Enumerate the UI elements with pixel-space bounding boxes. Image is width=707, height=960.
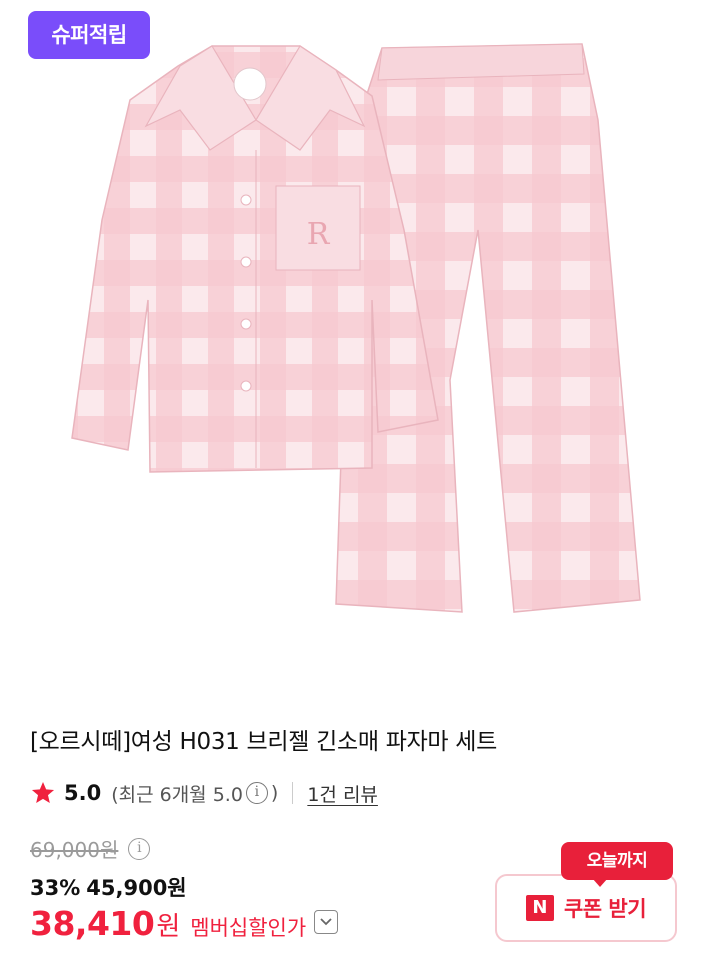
sale-price-row: 33% 45,900원	[30, 872, 187, 902]
today-only-tag: 오늘까지	[561, 842, 673, 880]
coupon-label: 쿠폰 받기	[563, 897, 647, 921]
review-count-link[interactable]: 1건 리뷰	[307, 780, 378, 807]
super-reward-badge: 슈퍼적립	[28, 11, 150, 59]
rating-row: 5.0 (최근 6개월 5.0 i ) 1건 리뷰	[30, 778, 378, 808]
recent-rating-close: )	[270, 782, 279, 804]
svg-text:R: R	[307, 217, 331, 252]
original-price: 69,000원	[30, 838, 119, 862]
product-image[interactable]: R	[0, 0, 707, 692]
recent-rating-text: (최근 6개월 5.0	[111, 783, 243, 806]
rating-score: 5.0	[64, 781, 102, 805]
star-icon	[31, 781, 55, 803]
chevron-down-icon[interactable]	[314, 909, 339, 934]
discount-rate: 33%	[30, 876, 81, 900]
divider	[292, 782, 294, 804]
member-price-row: 38,410 원 멤버십할인가	[30, 904, 339, 943]
original-price-row: 69,000원 i	[30, 834, 151, 863]
naver-logo-icon: N	[525, 895, 554, 921]
product-title: [오르시떼]여성 H031 브리젤 긴소매 파자마 세트	[30, 729, 498, 755]
member-price: 38,410	[30, 904, 155, 943]
tag-pointer	[592, 878, 608, 887]
member-price-unit: 원	[156, 912, 181, 942]
price-info-icon[interactable]: i	[128, 837, 151, 860]
sale-price: 45,900원	[86, 876, 187, 900]
coupon-button[interactable]: N 쿠폰 받기	[495, 874, 677, 942]
info-icon[interactable]: i	[245, 782, 268, 804]
member-discount-label: 멤버십할인가	[190, 916, 307, 940]
